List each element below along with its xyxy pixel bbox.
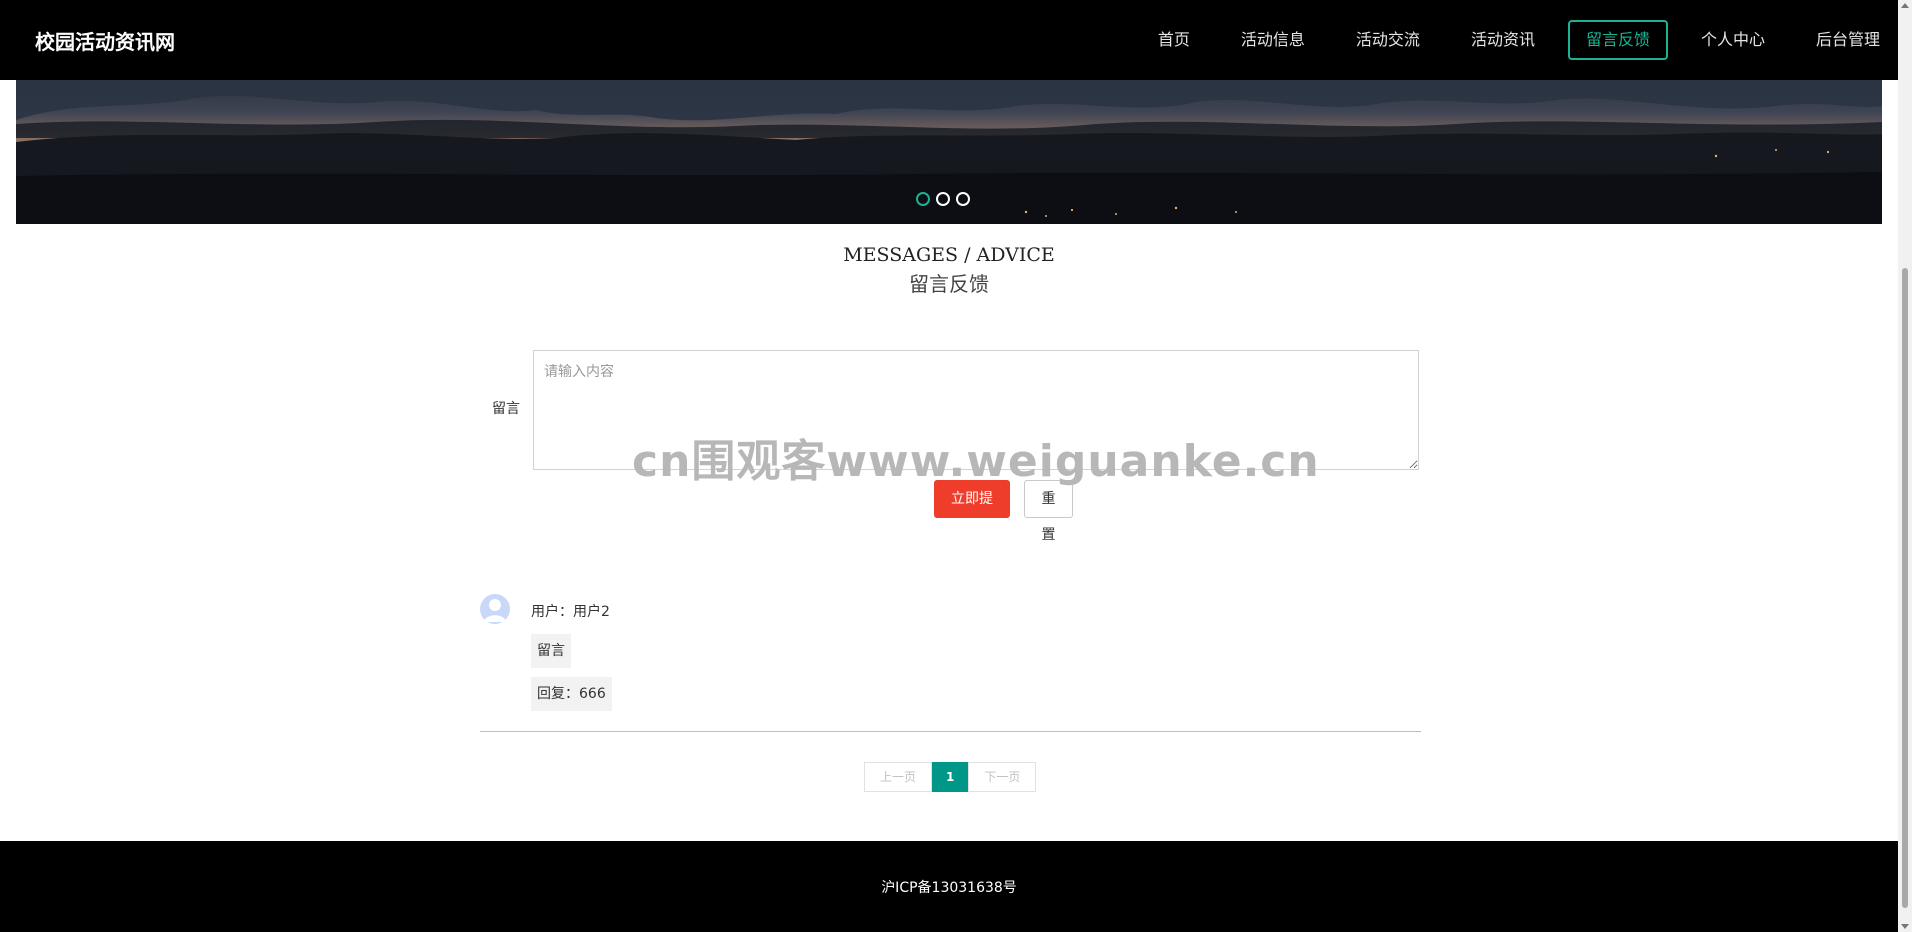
section-title-cn: 留言反馈	[909, 272, 989, 296]
scroll-up-arrow-icon[interactable]	[1901, 3, 1909, 8]
banner-carousel	[16, 80, 1882, 224]
pagination-next[interactable]: 下一页	[968, 762, 1037, 792]
section-title-en: MESSAGES / ADVICE	[843, 244, 1055, 266]
comment-user: 用户：用户2	[531, 604, 610, 620]
watermark-text: cn围观客www.weiguanke.cn	[632, 436, 1320, 487]
nav-item-activity-info[interactable]: 活动信息	[1223, 20, 1323, 60]
scrollbar-thumb[interactable]	[1902, 268, 1908, 908]
message-label: 留言	[492, 401, 520, 417]
pagination-prev[interactable]: 上一页	[864, 762, 933, 792]
nav-item-activity-exchange[interactable]: 活动交流	[1338, 20, 1438, 60]
comment-reply: 回复：666	[531, 677, 612, 711]
user-avatar-icon	[480, 594, 510, 624]
scroll-down-arrow-icon[interactable]	[1901, 924, 1909, 929]
main-nav: 首页 活动信息 活动交流 活动资讯 留言反馈 个人中心 后台管理	[1125, 20, 1898, 60]
carousel-indicators	[916, 192, 970, 206]
site-logo[interactable]: 校园活动资讯网	[35, 26, 175, 55]
nav-item-feedback[interactable]: 留言反馈	[1567, 20, 1668, 60]
section-title: MESSAGES / ADVICE 留言反馈	[0, 244, 1898, 297]
nav-item-home[interactable]: 首页	[1140, 20, 1208, 60]
nav-item-admin[interactable]: 后台管理	[1798, 20, 1898, 60]
header: 校园活动资讯网 首页 活动信息 活动交流 活动资讯 留言反馈 个人中心 后台管理	[0, 0, 1898, 80]
comment-content: 留言	[531, 634, 571, 668]
carousel-dot-1[interactable]	[916, 192, 930, 206]
comment-divider	[480, 731, 1421, 732]
carousel-dot-3[interactable]	[956, 192, 970, 206]
pagination: 上一页 1 下一页	[864, 762, 1037, 792]
footer: 沪ICP备13031638号	[0, 841, 1898, 932]
page: 校园活动资讯网 首页 活动信息 活动交流 活动资讯 留言反馈 个人中心 后台管理	[0, 0, 1898, 932]
page-scrollbar[interactable]	[1898, 0, 1912, 932]
nav-item-personal-center[interactable]: 个人中心	[1683, 20, 1783, 60]
nav-item-activity-news[interactable]: 活动资讯	[1453, 20, 1553, 60]
pagination-page-current[interactable]: 1	[932, 762, 969, 792]
footer-icp[interactable]: 沪ICP备13031638号	[0, 877, 1898, 897]
carousel-dot-2[interactable]	[936, 192, 950, 206]
